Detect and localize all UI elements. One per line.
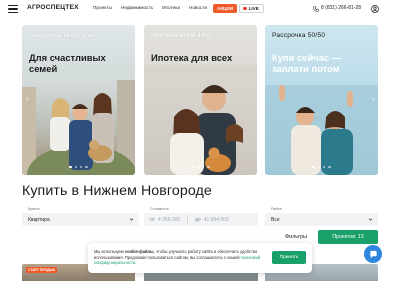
promo-card-installment[interactable]: Рассрочка 50/50 Купи сейчас — заплати по… xyxy=(265,25,378,175)
price-range-input[interactable]: от 4 356 000 до 41 964 000 xyxy=(144,213,258,226)
price-to-input[interactable]: 41 964 000 xyxy=(204,217,229,223)
carousel-next-icon[interactable]: › xyxy=(372,96,374,103)
chat-icon xyxy=(369,250,377,258)
nav-item-mortgage[interactable]: Ипотека xyxy=(162,5,180,10)
select-value: Все xyxy=(271,216,280,223)
accept-cookies-button[interactable]: Принять xyxy=(272,251,306,264)
live-label: LIVE xyxy=(248,5,259,11)
sale-start-badge: СТАРТ ПРОДАЖ xyxy=(26,267,58,273)
phone-icon xyxy=(313,6,319,12)
field-label: Купить xyxy=(28,207,41,211)
chevron-down-icon xyxy=(129,218,134,221)
site-header: АГРОСПЕЦТЕХ Проекты Недвижимость Ипотека… xyxy=(0,0,400,18)
carousel-dots xyxy=(144,165,257,168)
field-label: Район xyxy=(271,207,282,211)
chevron-down-icon xyxy=(368,218,373,221)
family-photo xyxy=(22,80,135,175)
cookie-banner: Мы используем cookie-файлы, чтобы улучши… xyxy=(88,243,312,273)
nav-item-news[interactable]: Новости xyxy=(189,5,207,10)
property-type-select[interactable]: Квартира xyxy=(22,213,139,226)
carousel-dots xyxy=(265,165,378,168)
mortgage-photo xyxy=(144,65,257,175)
user-account-icon[interactable] xyxy=(371,5,379,13)
phone-number[interactable]: 8 (831) 266-81-28 xyxy=(321,5,361,11)
select-value: Квартира xyxy=(28,216,50,223)
page-title: Купить в Нижнем Новгороде xyxy=(22,183,212,199)
price-filter: Стоимость от 4 356 000 до 41 964 000 xyxy=(144,207,258,226)
price-divider xyxy=(187,215,189,224)
cookie-text: Мы используем cookie-файлы, чтобы улучши… xyxy=(94,249,261,266)
filters-link[interactable]: Фильтры xyxy=(285,234,307,240)
main-nav: Проекты Недвижимость Ипотека Новости xyxy=(93,5,207,10)
show-projects-button[interactable]: Проектов: 13 xyxy=(318,230,378,244)
nav-item-realty[interactable]: Недвижимость xyxy=(121,5,153,10)
cookie-bold: cookie-файлы xyxy=(124,249,154,254)
card-headline: Ипотека для всех xyxy=(151,52,233,63)
menu-icon[interactable] xyxy=(8,5,18,13)
live-pill[interactable]: LIVE xyxy=(239,4,264,13)
price-from-prefix: от xyxy=(150,216,155,223)
card-badge: Скидки на квартиры xyxy=(29,32,95,39)
carousel-prev-icon[interactable]: ‹ xyxy=(26,96,28,103)
logo[interactable]: АГРОСПЕЦТЕХ xyxy=(27,4,79,11)
card-headline: Для счастливых семей xyxy=(29,52,106,74)
price-from-input[interactable]: 4 356 000 xyxy=(158,217,180,223)
promo-pill[interactable]: АКЦИИ xyxy=(213,4,238,13)
nav-item-projects[interactable]: Проекты xyxy=(93,5,112,10)
price-to-prefix: до xyxy=(195,216,201,223)
live-dot-icon xyxy=(243,6,247,11)
card-headline: Купи сейчас — заплати потом xyxy=(272,52,342,74)
carousel-dots xyxy=(22,165,135,168)
card-badge: Рассрочка 50/50 xyxy=(272,32,326,39)
district-select[interactable]: Все xyxy=(265,213,378,226)
field-label: Стоимость xyxy=(150,207,170,211)
promo-card-discounts[interactable]: Скидки на квартиры Для счастливых семей xyxy=(22,25,135,175)
district-filter: Район Все xyxy=(265,207,378,226)
card-badge: Ипотека всем 14% xyxy=(151,32,212,39)
property-type-filter: Купить Квартира xyxy=(22,207,139,226)
chat-button[interactable] xyxy=(364,245,382,263)
installment-photo xyxy=(265,85,378,175)
promo-card-mortgage[interactable]: Ипотека всем 14% Ипотека для всех xyxy=(144,25,257,175)
